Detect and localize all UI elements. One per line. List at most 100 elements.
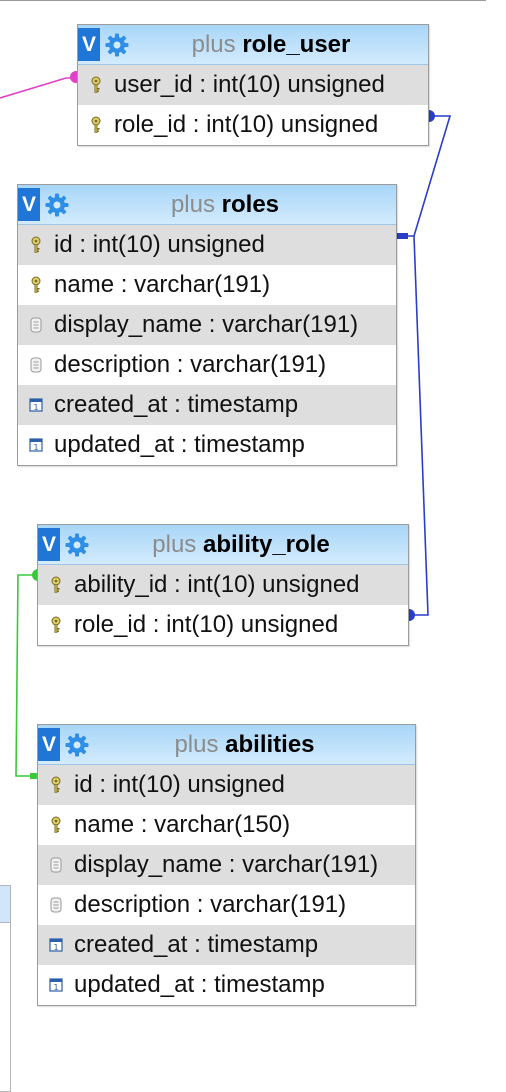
relation-end-roles — [396, 233, 408, 239]
table-title: plus roles — [18, 191, 396, 219]
relation-line-user — [0, 77, 76, 99]
timestamp-icon: 1 — [18, 438, 54, 452]
column-type: varchar(191) — [210, 891, 347, 918]
column-name: updated_at — [74, 971, 195, 998]
table-name: roles — [221, 190, 280, 218]
gear-icon[interactable] — [64, 732, 90, 758]
gear-icon[interactable] — [44, 192, 70, 218]
column-separator: : — [174, 431, 195, 458]
column-row[interactable]: description : varchar(191) — [38, 885, 415, 925]
table-header[interactable]: Vplus ability_role — [38, 525, 408, 565]
column-row[interactable]: 1 created_at : timestamp — [38, 925, 415, 965]
column-separator: : — [167, 571, 188, 598]
column-name: updated_at — [54, 431, 175, 458]
column-row[interactable]: 1 updated_at : timestamp — [18, 425, 396, 465]
column-row[interactable]: 1 created_at : timestamp — [18, 385, 396, 425]
column-row[interactable]: ability_id : int(10) unsigned — [38, 565, 408, 605]
column-separator: : — [190, 891, 211, 918]
table-name: abilities — [225, 730, 315, 758]
text-icon — [38, 897, 74, 913]
column-name: user_id — [114, 71, 193, 98]
column-name: ability_id — [74, 571, 168, 598]
column-name: created_at — [74, 931, 188, 958]
column-row[interactable]: id : int(10) unsigned — [38, 765, 415, 805]
column-separator: : — [167, 391, 188, 418]
column-type: timestamp — [194, 431, 305, 458]
column-name: id — [54, 231, 73, 258]
column-row[interactable]: display_name : varchar(191) — [38, 845, 415, 885]
column-row[interactable]: id : int(10) unsigned — [18, 225, 396, 265]
column-type: timestamp — [214, 971, 325, 998]
column-name: role_id — [114, 111, 187, 138]
key-icon — [78, 76, 114, 94]
toggle-columns-button[interactable]: V — [18, 188, 40, 221]
database-name: plus — [170, 190, 215, 218]
column-row[interactable]: display_name : varchar(191) — [18, 305, 396, 345]
svg-text:1: 1 — [53, 983, 58, 992]
offscreen-table-edge — [0, 885, 11, 1092]
gear-icon[interactable] — [64, 532, 90, 558]
column-row[interactable]: 1 updated_at : timestamp — [38, 965, 415, 1005]
column-separator: : — [192, 71, 213, 98]
toggle-columns-button[interactable]: V — [78, 28, 100, 61]
relation-line-abilities — [15, 574, 38, 777]
svg-text:1: 1 — [53, 943, 58, 952]
toggle-columns-button[interactable]: V — [38, 528, 60, 561]
database-name: plus — [174, 730, 219, 758]
column-separator: : — [72, 231, 93, 258]
column-type: int(10) unsigned — [112, 771, 285, 798]
column-name: description — [74, 891, 191, 918]
gear-icon[interactable] — [104, 32, 130, 58]
table-abilities[interactable]: Vplus abilities id : int(10) unsigned name… — [37, 724, 416, 1006]
text-icon — [18, 357, 54, 373]
text-icon — [38, 857, 74, 873]
table-title: plus role_user — [78, 31, 428, 59]
column-row[interactable]: user_id : int(10) unsigned — [78, 65, 428, 105]
top-border — [0, 0, 486, 1]
key-icon — [78, 116, 114, 134]
column-row[interactable]: name : varchar(150) — [38, 805, 415, 845]
table-ability-role[interactable]: Vplus ability_role ability_id : int(10) u… — [37, 524, 409, 646]
svg-text:1: 1 — [33, 403, 38, 412]
key-icon — [38, 616, 74, 634]
column-name: display_name — [54, 311, 203, 338]
column-name: name — [54, 271, 115, 298]
column-separator: : — [186, 111, 207, 138]
column-name: display_name — [74, 851, 223, 878]
column-type: varchar(191) — [222, 311, 359, 338]
column-type: timestamp — [187, 391, 299, 418]
table-header[interactable]: Vplus abilities — [38, 725, 415, 765]
column-type: int(10) unsigned — [166, 611, 339, 638]
table-header[interactable]: Vplus role_user — [78, 25, 428, 65]
table-role-user[interactable]: Vplus role_user user_id : int(10) unsigne… — [77, 24, 429, 146]
column-separator: : — [222, 851, 243, 878]
key-icon — [18, 276, 54, 294]
table-roles[interactable]: Vplus roles id : int(10) unsigned name : v… — [17, 184, 397, 466]
column-type: timestamp — [207, 931, 319, 958]
column-type: varchar(191) — [190, 351, 327, 378]
column-separator: : — [187, 931, 208, 958]
column-type: int(10) unsigned — [212, 71, 385, 98]
text-icon — [18, 317, 54, 333]
key-icon — [38, 816, 74, 834]
column-row[interactable]: name : varchar(191) — [18, 265, 396, 305]
table-header[interactable]: Vplus roles — [18, 185, 396, 225]
key-icon — [18, 236, 54, 254]
column-name: created_at — [54, 391, 168, 418]
database-name: plus — [191, 30, 236, 58]
relation-line-ability-role-roles — [408, 235, 429, 616]
column-separator: : — [134, 811, 155, 838]
table-title: plus abilities — [38, 731, 415, 759]
column-type: int(10) unsigned — [92, 231, 265, 258]
column-type: varchar(191) — [134, 271, 271, 298]
toggle-columns-button[interactable]: V — [38, 728, 60, 761]
column-row[interactable]: role_id : int(10) unsigned — [38, 605, 408, 645]
column-row[interactable]: description : varchar(191) — [18, 345, 396, 385]
column-name: name — [74, 811, 135, 838]
column-type: varchar(191) — [242, 851, 379, 878]
column-separator: : — [202, 311, 223, 338]
column-row[interactable]: role_id : int(10) unsigned — [78, 105, 428, 145]
svg-text:1: 1 — [33, 443, 38, 452]
column-separator: : — [92, 771, 113, 798]
column-separator: : — [194, 971, 215, 998]
